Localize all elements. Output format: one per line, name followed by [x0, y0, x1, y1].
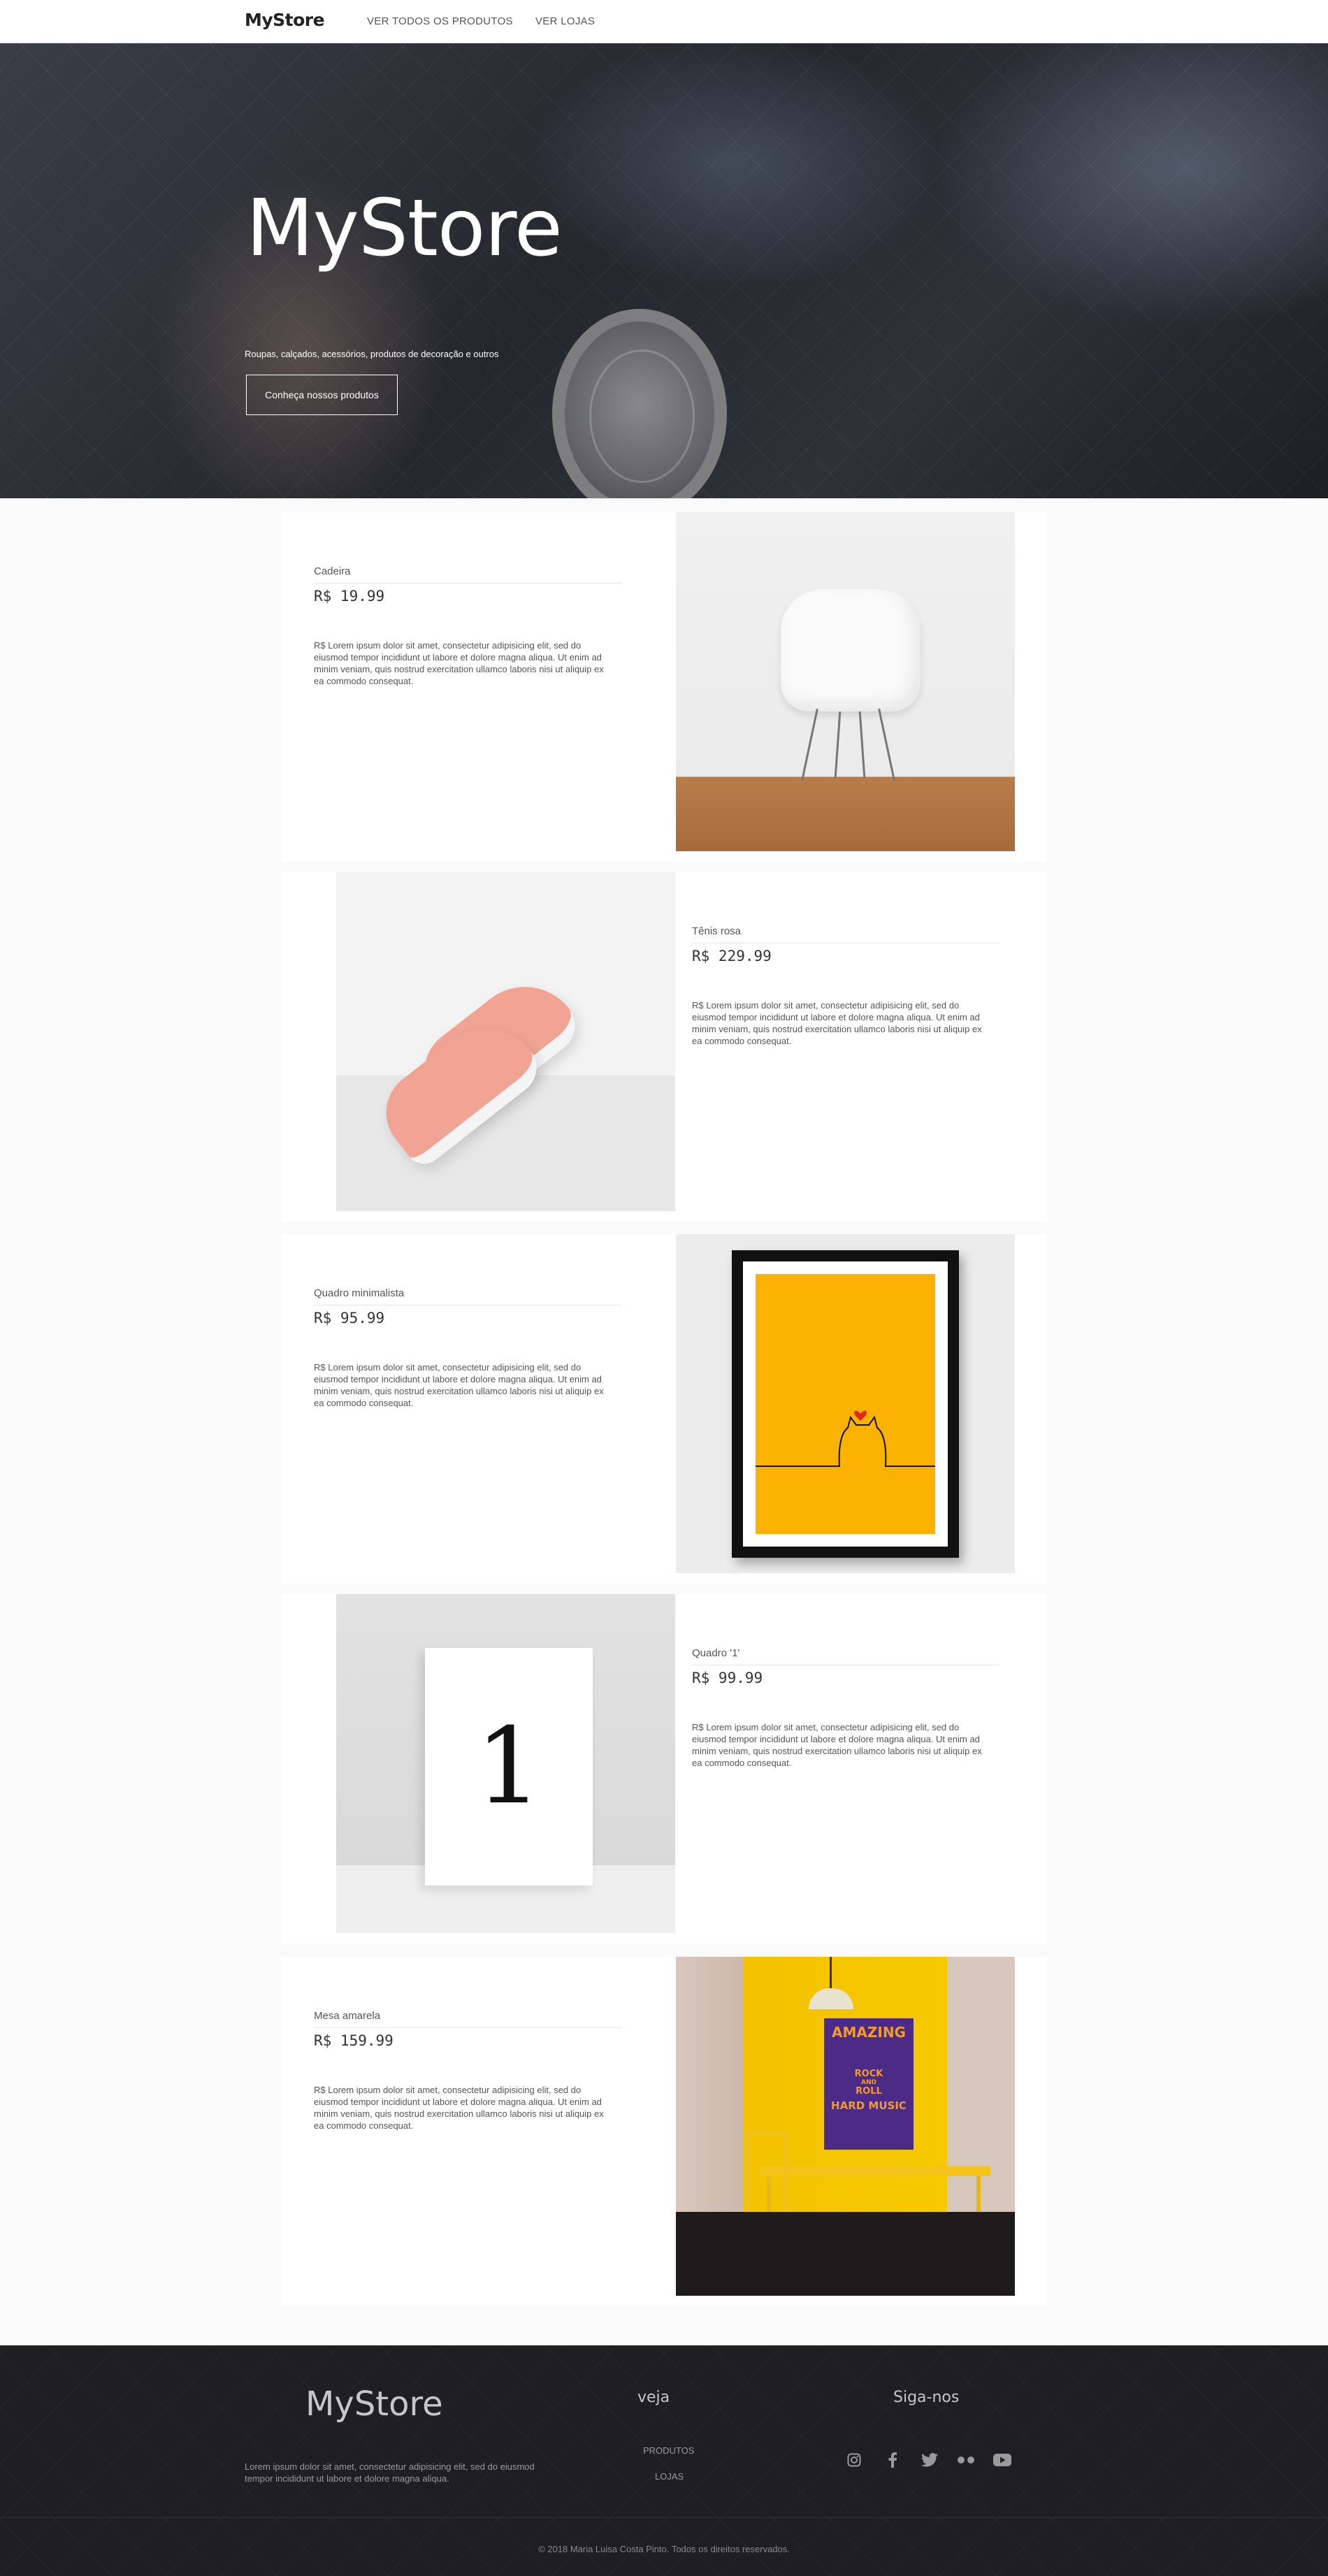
product-name[interactable]: Quadro '1' — [692, 1647, 999, 1665]
hero-cta-button[interactable]: Conheça nossos produtos — [246, 375, 398, 415]
chair-leg — [878, 708, 895, 781]
youtube-icon[interactable] — [993, 2450, 1012, 2470]
chair-leg — [858, 711, 866, 778]
product-description: R$ Lorem ipsum dolor sit amet, consectet… — [314, 640, 604, 686]
product-card: Tênis rosa R$ 229.99 R$ Lorem ipsum dolo… — [281, 872, 1047, 1222]
product-info: Quadro '1' R$ 99.99 R$ Lorem ipsum dolor… — [692, 1647, 999, 1769]
product-image-shoes[interactable] — [336, 872, 675, 1211]
product-description: R$ Lorem ipsum dolor sit amet, consectet… — [692, 1000, 982, 1046]
chair-leg — [834, 711, 842, 778]
number-one-card: 1 — [425, 1648, 593, 1886]
cat-illustration — [756, 1410, 935, 1467]
product-image-frame[interactable] — [676, 1234, 1015, 1573]
hero-banner: MyStore Roupas, calçados, acessórios, pr… — [0, 43, 1328, 498]
footer: MyStore Lorem ipsum dolor sit amet, cons… — [0, 2345, 1328, 2576]
frame-artwork — [756, 1274, 935, 1534]
flickr-icon[interactable] — [956, 2450, 976, 2470]
product-info: Quadro minimalista R$ 95.99 R$ Lorem ips… — [314, 1287, 621, 1409]
footer-divider — [0, 2517, 1328, 2518]
poster-line: ROLL — [856, 2086, 882, 2097]
product-info: Cadeira R$ 19.99 R$ Lorem ipsum dolor si… — [314, 565, 621, 687]
product-image-number-one[interactable]: 1 — [336, 1594, 675, 1933]
footer-link-products[interactable]: PRODUTOS — [643, 2445, 694, 2456]
product-card: Cadeira R$ 19.99 R$ Lorem ipsum dolor si… — [281, 512, 1047, 862]
instagram-icon[interactable] — [844, 2450, 864, 2470]
footer-veja-heading: veja — [637, 2389, 670, 2406]
product-image-desk[interactable]: AMAZING ROCK AND ROLL HARD MUSIC — [676, 1957, 1015, 2296]
product-card: Mesa amarela R$ 159.99 R$ Lorem ipsum do… — [281, 1957, 1047, 2306]
product-price: R$ 95.99 — [314, 1310, 385, 1326]
product-description: R$ Lorem ipsum dolor sit amet, consectet… — [314, 1362, 604, 1408]
footer-description: Lorem ipsum dolor sit amet, consectetur … — [245, 2461, 535, 2484]
lamp-icon — [809, 1988, 853, 2009]
product-info: Mesa amarela R$ 159.99 R$ Lorem ipsum do… — [314, 2010, 621, 2132]
product-info: Tênis rosa R$ 229.99 R$ Lorem ipsum dolo… — [692, 925, 999, 1047]
product-description: R$ Lorem ipsum dolor sit amet, consectet… — [692, 1722, 982, 1768]
chair-leg — [801, 708, 818, 781]
nav-logo[interactable]: MyStore — [245, 10, 325, 30]
product-name[interactable]: Cadeira — [314, 565, 621, 584]
product-price: R$ 19.99 — [314, 588, 385, 605]
product-image-chair[interactable] — [676, 512, 1015, 851]
nav-link-all-products[interactable]: VER TODOS OS PRODUTOS — [367, 15, 513, 27]
product-card: 1 Quadro '1' R$ 99.99 R$ Lorem ipsum dol… — [281, 1594, 1047, 1944]
twitter-icon[interactable] — [920, 2450, 939, 2470]
desk-top — [760, 2166, 990, 2176]
facebook-icon[interactable] — [883, 2450, 902, 2470]
footer-follow-heading: Siga-nos — [893, 2389, 960, 2406]
hero-subtitle: Roupas, calçados, acessórios, produtos d… — [245, 349, 499, 359]
product-description: R$ Lorem ipsum dolor sit amet, consectet… — [314, 2085, 604, 2131]
floor — [676, 2212, 1015, 2296]
rock-poster: AMAZING ROCK AND ROLL HARD MUSIC — [824, 2018, 914, 2150]
frame-border — [732, 1250, 959, 1558]
footer-copyright: © 2018 Maria Luisa Costa Pinto. Todos os… — [538, 2544, 790, 2554]
product-card: Quadro minimalista R$ 95.99 R$ Lorem ips… — [281, 1234, 1047, 1584]
product-name[interactable]: Tênis rosa — [692, 925, 999, 943]
product-name[interactable]: Quadro minimalista — [314, 1287, 621, 1305]
heart-icon — [854, 1410, 867, 1421]
nav-link-stores[interactable]: VER LOJAS — [535, 15, 595, 27]
product-name[interactable]: Mesa amarela — [314, 2010, 621, 2028]
poster-line: AMAZING — [832, 2024, 906, 2041]
lamp-cord — [830, 1957, 832, 1988]
top-navbar: MyStore VER TODOS OS PRODUTOS VER LOJAS — [0, 0, 1328, 43]
chair-seat — [781, 589, 921, 711]
poster-line: ROCK — [854, 2069, 883, 2079]
frame-mat — [743, 1261, 948, 1547]
hero-title: MyStore — [246, 183, 563, 274]
footer-pattern — [0, 2345, 1328, 2576]
footer-link-stores[interactable]: LOJAS — [655, 2471, 684, 2482]
product-price: R$ 99.99 — [692, 1670, 763, 1686]
poster-line: AND — [861, 2079, 876, 2086]
footer-logo[interactable]: MyStore — [305, 2385, 443, 2424]
product-price: R$ 229.99 — [692, 948, 772, 964]
poster-line: HARD MUSIC — [831, 2099, 907, 2112]
product-price: R$ 159.99 — [314, 2032, 394, 2049]
